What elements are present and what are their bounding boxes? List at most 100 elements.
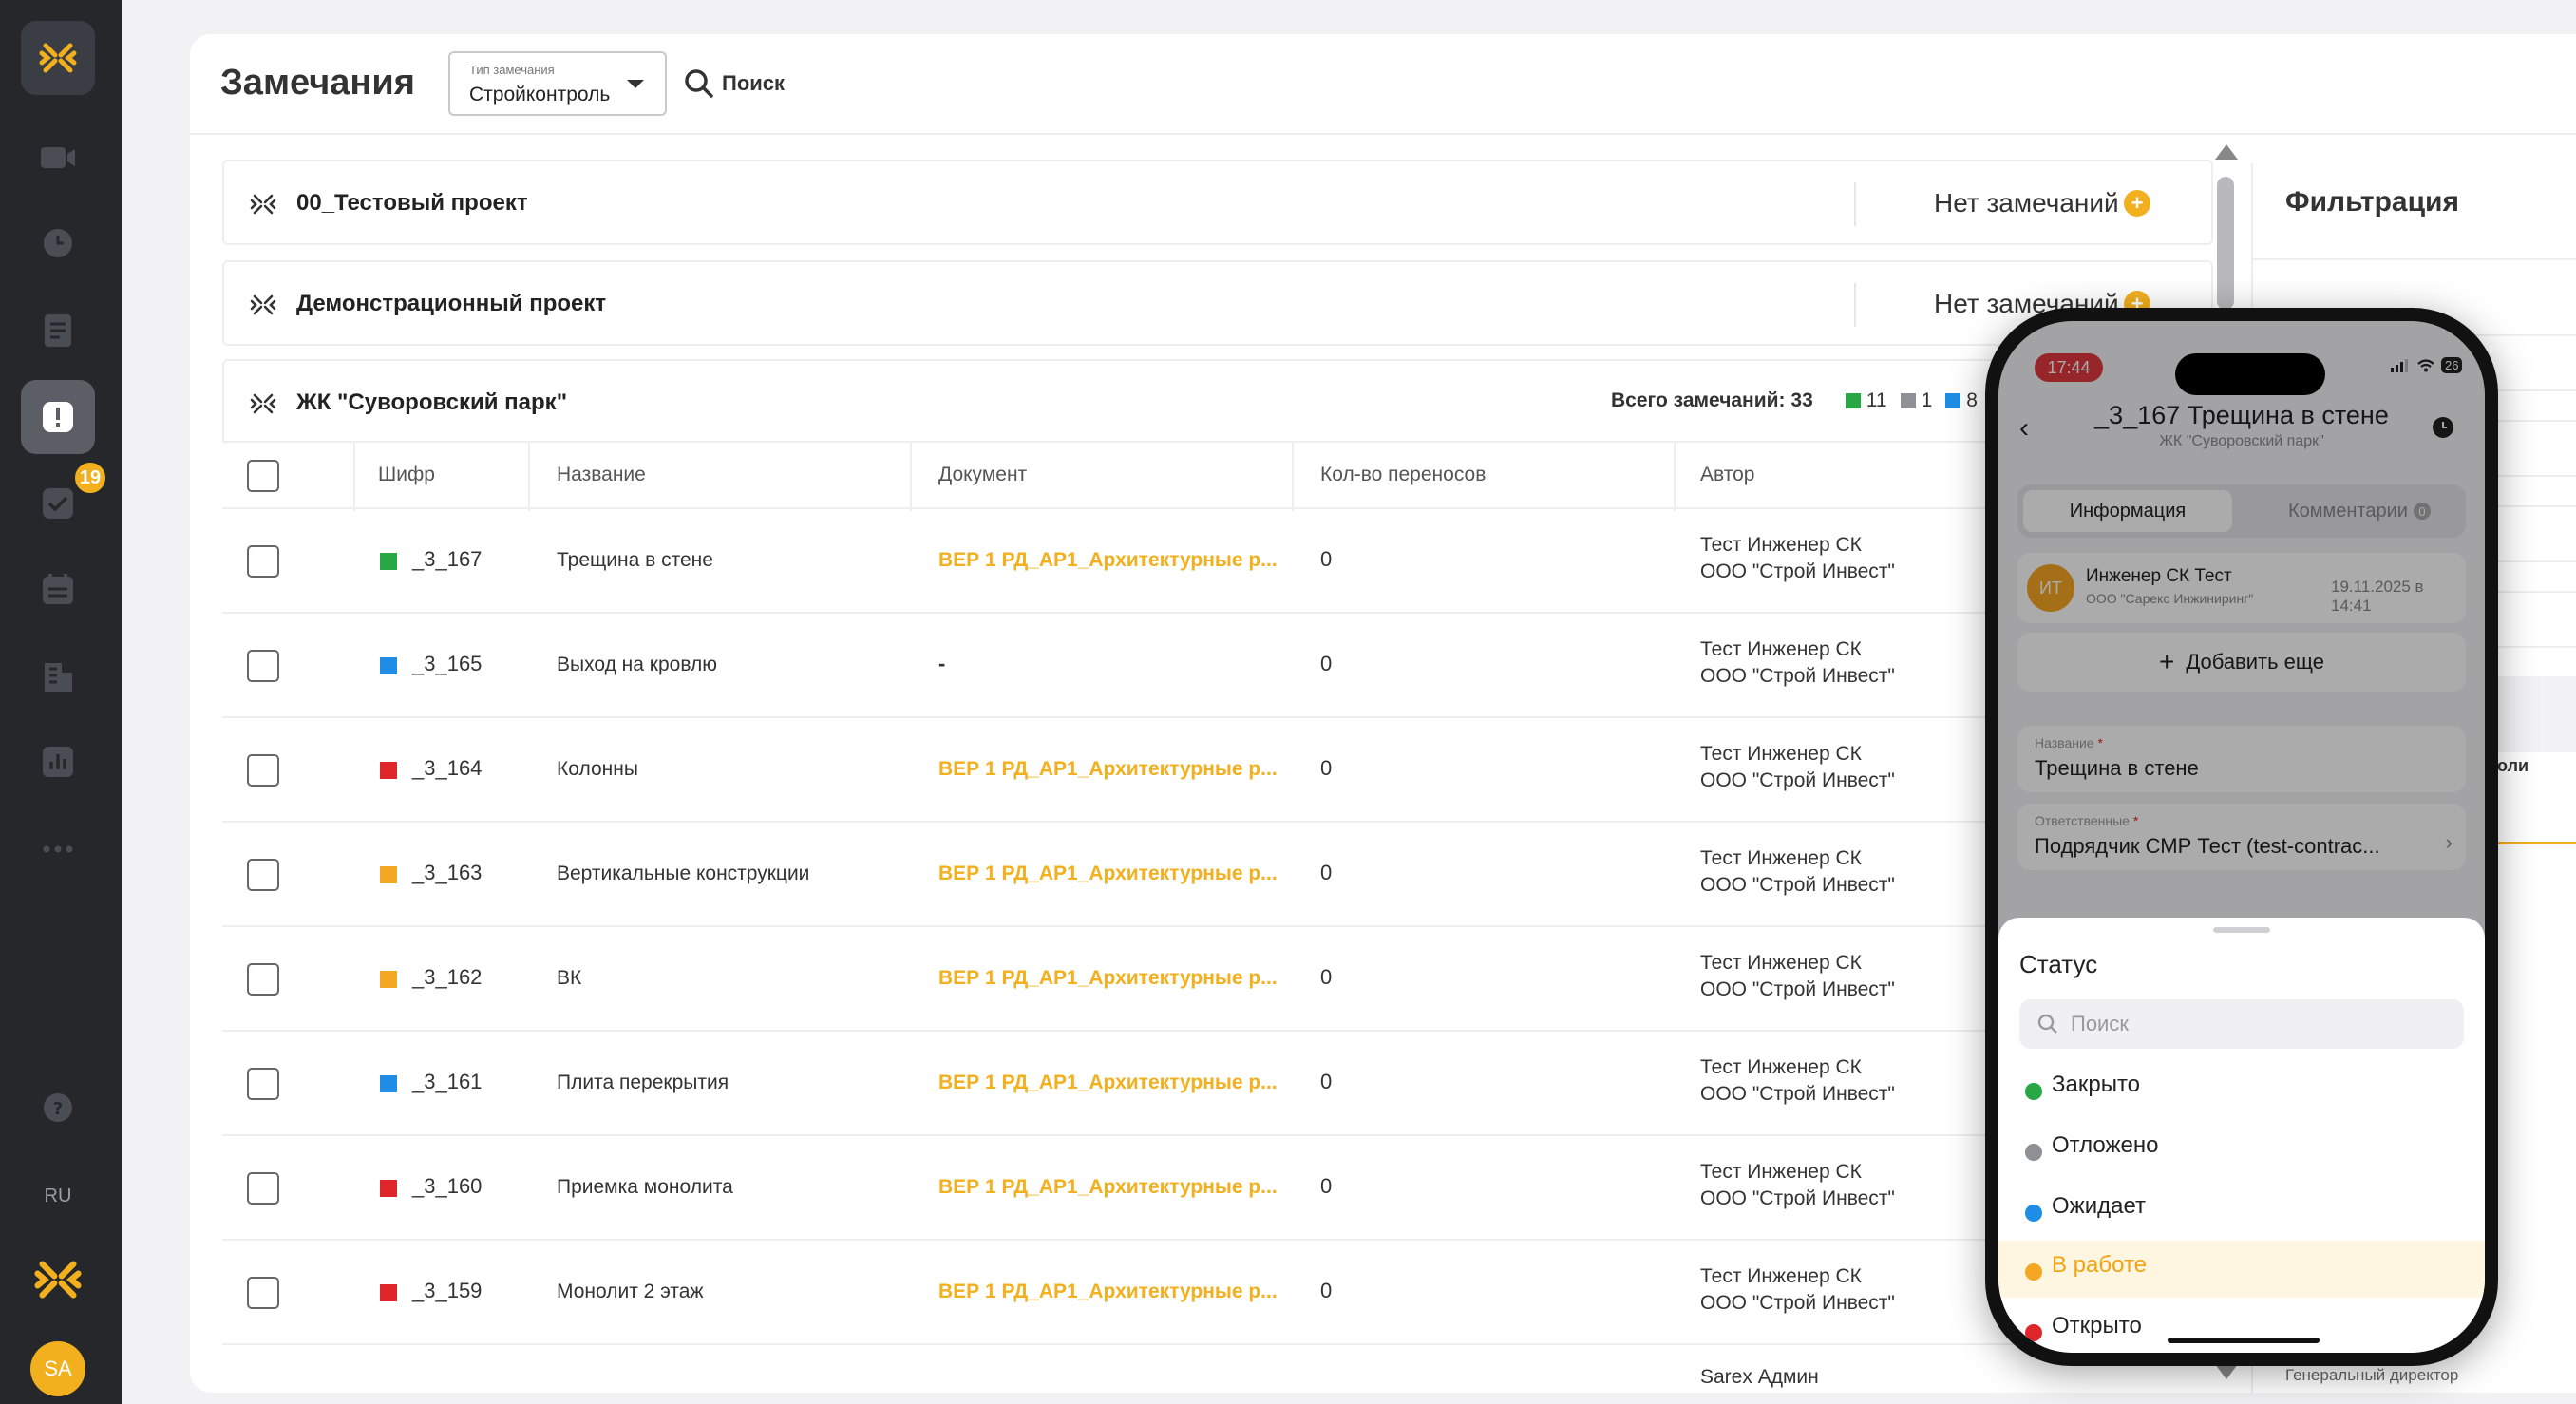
row-company: ООО "Строй Инвест" <box>1700 1187 1895 1209</box>
row-code: _3_160 <box>412 1174 483 1198</box>
calendar-icon[interactable] <box>37 568 79 610</box>
status-option-closed[interactable]: Закрыто <box>1998 1060 2485 1117</box>
divider <box>1854 182 1856 226</box>
table-row-partial[interactable]: Sarex Админ <box>222 1345 2217 1393</box>
status-label: Открыто <box>2052 1313 2142 1338</box>
column-author[interactable]: Автор <box>1700 464 1754 486</box>
table-row[interactable]: _3_164 Колонны ВЕР 1 РД_АР1_Архитектурны… <box>222 718 2217 823</box>
row-moves: 0 <box>1320 965 1333 989</box>
clock-icon[interactable] <box>37 222 79 264</box>
row-document-link[interactable]: ВЕР 1 РД_АР1_Архитектурные р... <box>938 1281 1278 1303</box>
video-icon[interactable] <box>37 137 79 179</box>
table-row[interactable]: _3_160 Приемка монолита ВЕР 1 РД_АР1_Арх… <box>222 1136 2217 1241</box>
row-checkbox[interactable] <box>247 859 279 891</box>
column-name[interactable]: Название <box>557 464 646 486</box>
row-name: ВК <box>557 967 582 989</box>
project-name: 00_Тестовый проект <box>296 190 528 216</box>
analytics-icon[interactable] <box>37 741 79 783</box>
add-remark-button[interactable]: + <box>2124 190 2150 217</box>
status-dot <box>2025 1205 2042 1222</box>
status-square <box>380 657 397 674</box>
status-option-postponed[interactable]: Отложено <box>1998 1121 2485 1178</box>
remarks-stats: Всего замечаний: 33 11 1 8 <box>1611 389 1978 412</box>
filter-title: Фильтрация <box>2285 186 2460 218</box>
chevron-down-icon <box>627 80 644 88</box>
row-checkbox[interactable] <box>247 1277 279 1309</box>
row-document-link[interactable]: ВЕР 1 РД_АР1_Архитектурные р... <box>938 967 1278 990</box>
row-code: _3_161 <box>412 1070 483 1093</box>
status-square <box>380 762 397 779</box>
project-name: Демонстрационный проект <box>296 291 607 316</box>
row-checkbox[interactable] <box>247 650 279 682</box>
search-placeholder: Поиск <box>2071 1012 2129 1035</box>
buildings-icon[interactable] <box>37 655 79 697</box>
row-moves: 0 <box>1320 861 1333 884</box>
table-row[interactable]: _3_159 Монолит 2 этаж ВЕР 1 РД_АР1_Архит… <box>222 1241 2217 1345</box>
status-dot <box>2025 1263 2042 1281</box>
status-search-input[interactable]: Поиск <box>2019 999 2464 1049</box>
status-option-in-progress[interactable]: В работе <box>1998 1241 2485 1298</box>
search-button[interactable]: Поиск <box>684 68 785 99</box>
project-row[interactable]: 00_Тестовый проект Нет замечаний + <box>222 160 2213 245</box>
table-row[interactable]: _3_161 Плита перекрытия ВЕР 1 РД_АР1_Арх… <box>222 1032 2217 1136</box>
more-icon[interactable] <box>37 828 79 870</box>
table-row[interactable]: _3_165 Выход на кровлю - 0 Тест Инженер … <box>222 614 2217 718</box>
column-document[interactable]: Документ <box>938 464 1027 486</box>
row-checkbox[interactable] <box>247 963 279 996</box>
row-checkbox[interactable] <box>247 545 279 578</box>
status-square <box>380 553 397 570</box>
divider <box>2253 258 2576 260</box>
row-document-link[interactable]: ВЕР 1 РД_АР1_Архитектурные р... <box>938 1176 1278 1199</box>
table-row[interactable]: _3_162 ВК ВЕР 1 РД_АР1_Архитектурные р..… <box>222 927 2217 1032</box>
row-checkbox[interactable] <box>247 1068 279 1100</box>
status-dot <box>2025 1083 2042 1100</box>
row-checkbox[interactable] <box>247 754 279 787</box>
user-avatar[interactable]: SA <box>30 1341 85 1396</box>
row-document-link[interactable]: ВЕР 1 РД_АР1_Архитектурные р... <box>938 863 1278 885</box>
select-all-checkbox[interactable] <box>247 460 279 492</box>
status-square <box>380 971 397 988</box>
row-company: ООО "Строй Инвест" <box>1700 560 1895 582</box>
status-option-waiting[interactable]: Ожидает <box>1998 1182 2485 1239</box>
status-option-open[interactable]: Открыто <box>1998 1301 2485 1353</box>
row-document-link[interactable]: ВЕР 1 РД_АР1_Архитектурные р... <box>938 1072 1278 1094</box>
language-switch[interactable]: RU <box>0 1186 116 1207</box>
divider <box>910 443 912 511</box>
row-moves: 0 <box>1320 652 1333 675</box>
table-row[interactable]: _3_163 Вертикальные конструкции ВЕР 1 РД… <box>222 823 2217 927</box>
remark-type-select[interactable]: Тип замечания Стройконтроль <box>448 51 667 116</box>
row-checkbox[interactable] <box>247 1172 279 1205</box>
search-icon <box>685 69 713 98</box>
status-dot <box>2025 1324 2042 1341</box>
row-document-link[interactable]: ВЕР 1 РД_АР1_Архитектурные р... <box>938 549 1278 572</box>
logo-button[interactable] <box>21 21 95 95</box>
row-code: _3_164 <box>412 756 483 780</box>
row-code: _3_163 <box>412 861 483 884</box>
status-sheet: Статус Поиск Закрыто Отложено Ожидает В … <box>1998 918 2485 1353</box>
documents-icon[interactable] <box>37 310 79 351</box>
remark-type-label: Тип замечания <box>469 63 555 77</box>
divider <box>1292 443 1294 511</box>
scrollbar-thumb[interactable] <box>2217 177 2234 310</box>
scroll-down-arrow[interactable] <box>2215 1364 2238 1379</box>
table-row[interactable]: _3_167 Трещина в стене ВЕР 1 РД_АР1_Архи… <box>222 509 2217 614</box>
project-icon <box>250 294 276 315</box>
status-label: Ожидает <box>2052 1193 2147 1219</box>
row-company: ООО "Строй Инвест" <box>1700 769 1895 791</box>
column-moves[interactable]: Кол-во переносов <box>1320 464 1486 486</box>
row-name: Приемка монолита <box>557 1176 733 1198</box>
project-row[interactable]: Демонстрационный проект Нет замечаний + <box>222 260 2213 346</box>
scroll-up-arrow[interactable] <box>2215 144 2238 160</box>
status-square <box>380 1284 397 1301</box>
page-title: Замечания <box>220 63 415 103</box>
column-code[interactable]: Шифр <box>378 464 435 486</box>
remarks-button[interactable] <box>21 380 95 454</box>
status-square <box>380 1180 397 1197</box>
help-icon[interactable]: ? <box>37 1087 79 1129</box>
divider <box>528 443 530 511</box>
row-document-link[interactable]: ВЕР 1 РД_АР1_Архитектурные р... <box>938 758 1278 781</box>
tasks-icon[interactable] <box>37 483 79 524</box>
row-name: Колонны <box>557 758 638 780</box>
project-row-expanded[interactable]: ЖК "Суворовский парк" Всего замечаний: 3… <box>222 359 2213 445</box>
sheet-handle[interactable] <box>2213 927 2270 933</box>
